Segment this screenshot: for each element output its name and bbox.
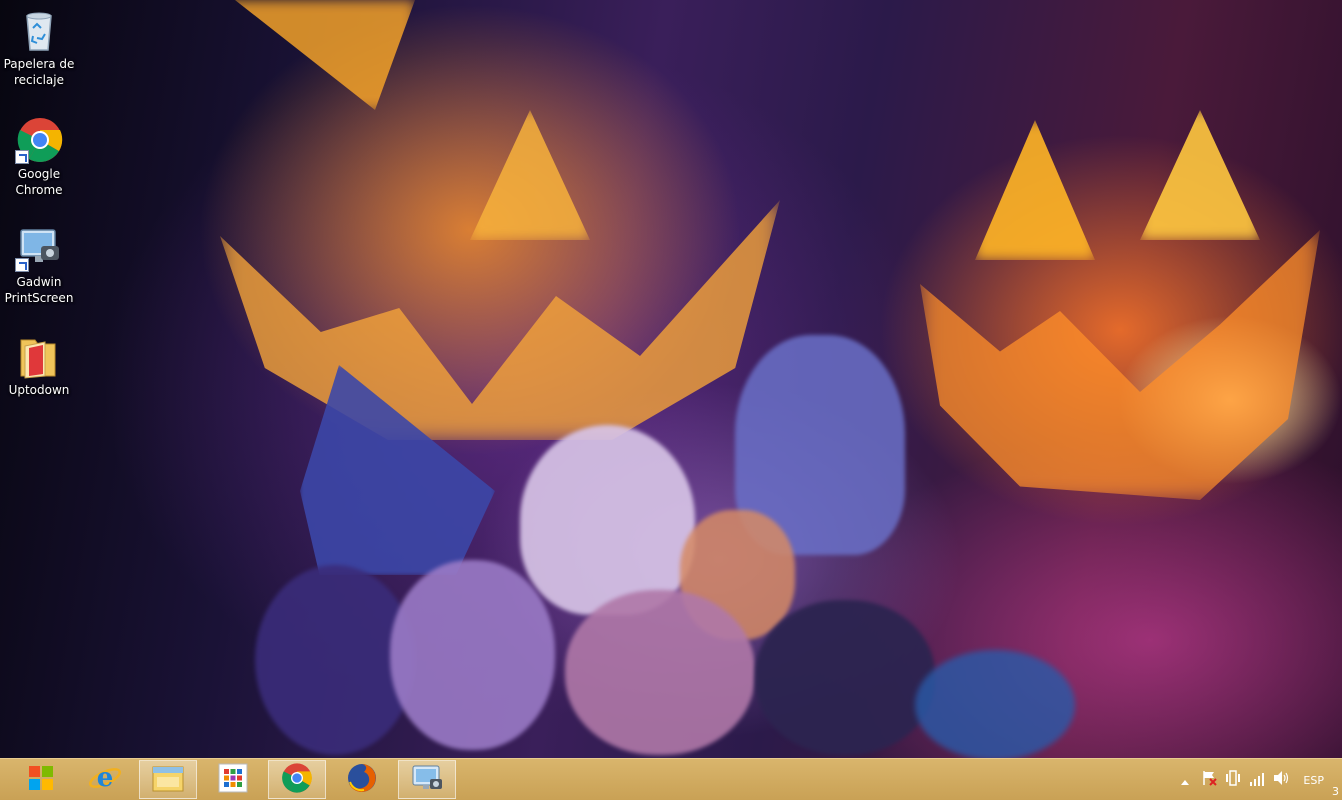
desktop-icon-label: Google Chrome bbox=[15, 167, 63, 197]
wallpaper-candy bbox=[915, 650, 1075, 760]
wallpaper-ghost-candy bbox=[735, 335, 905, 555]
recycle-bin-icon bbox=[15, 6, 63, 54]
desktop-icon-label: Papelera de reciclaje bbox=[3, 57, 75, 87]
printscreen-icon bbox=[410, 763, 444, 797]
wallpaper-pumpkin-left-mouth bbox=[220, 200, 780, 440]
start-button[interactable] bbox=[12, 760, 70, 799]
taskbar-chrome[interactable] bbox=[268, 760, 326, 799]
uptodown-folder-icon bbox=[15, 332, 63, 380]
apps-grid-icon bbox=[218, 763, 248, 797]
action-center-flag-icon bbox=[1201, 770, 1218, 790]
wallpaper-pumpkin-right-mouth bbox=[920, 230, 1320, 500]
shortcut-arrow-icon bbox=[15, 150, 29, 164]
volume-button[interactable] bbox=[1269, 759, 1293, 800]
desktop-icon-google-chrome[interactable]: Google Chrome bbox=[3, 116, 75, 198]
svg-text:e: e bbox=[97, 763, 114, 793]
network-signal-icon bbox=[1249, 771, 1265, 790]
power-plug-icon bbox=[1225, 769, 1241, 791]
network-button[interactable] bbox=[1245, 759, 1269, 800]
chrome-icon bbox=[15, 116, 63, 164]
taskbar-internet-explorer[interactable]: e bbox=[76, 760, 134, 799]
system-tray: ESP 3 bbox=[1173, 759, 1342, 800]
internet-explorer-icon: e bbox=[88, 761, 122, 799]
wallpaper-pumpkin-left-nose bbox=[470, 110, 590, 240]
wallpaper-pumpkin-left-eye bbox=[235, 0, 415, 110]
desktop: Papelera de reciclaje Google Chrome Gadw… bbox=[0, 0, 1342, 800]
file-explorer-icon bbox=[151, 763, 185, 797]
clock[interactable]: 3 bbox=[1332, 763, 1342, 798]
power-button[interactable] bbox=[1221, 759, 1245, 800]
desktop-icon-recycle-bin[interactable]: Papelera de reciclaje bbox=[3, 6, 75, 88]
wallpaper-orange-candy bbox=[680, 510, 795, 640]
chevron-up-icon bbox=[1180, 771, 1190, 790]
desktop-icon-label: Uptodown bbox=[8, 383, 70, 397]
wallpaper-candy bbox=[755, 600, 935, 755]
desktop-icon-uptodown[interactable]: Uptodown bbox=[3, 332, 75, 398]
firefox-icon bbox=[346, 762, 378, 798]
desktop-icon-gadwin-printscreen[interactable]: Gadwin PrintScreen bbox=[3, 224, 75, 306]
volume-icon bbox=[1272, 770, 1290, 790]
wallpaper-pumpkin-right-eye-right bbox=[1140, 110, 1260, 240]
input-language-indicator[interactable]: ESP bbox=[1303, 774, 1324, 787]
wallpaper-candy bbox=[390, 560, 555, 750]
wallpaper-skull-candy bbox=[520, 425, 695, 615]
shortcut-arrow-icon bbox=[15, 258, 29, 272]
taskbar-file-explorer[interactable] bbox=[139, 760, 197, 799]
taskbar: e ESP 3 bbox=[0, 758, 1342, 800]
taskbar-firefox[interactable] bbox=[333, 760, 391, 799]
chrome-icon bbox=[281, 762, 313, 798]
gadwin-printscreen-icon bbox=[15, 224, 63, 272]
desktop-icon-label: Gadwin PrintScreen bbox=[4, 275, 74, 305]
taskbar-gadwin-printscreen[interactable] bbox=[398, 760, 456, 799]
wallpaper-witch-candy bbox=[300, 365, 495, 575]
windows-logo-icon bbox=[28, 765, 54, 795]
wallpaper-pumpkin-right-eye-left bbox=[975, 120, 1095, 260]
taskbar-apps[interactable] bbox=[204, 760, 262, 799]
action-center-button[interactable] bbox=[1197, 759, 1221, 800]
wallpaper-candy bbox=[255, 565, 415, 755]
wallpaper-candy bbox=[565, 590, 755, 755]
show-hidden-icons-button[interactable] bbox=[1173, 759, 1197, 800]
